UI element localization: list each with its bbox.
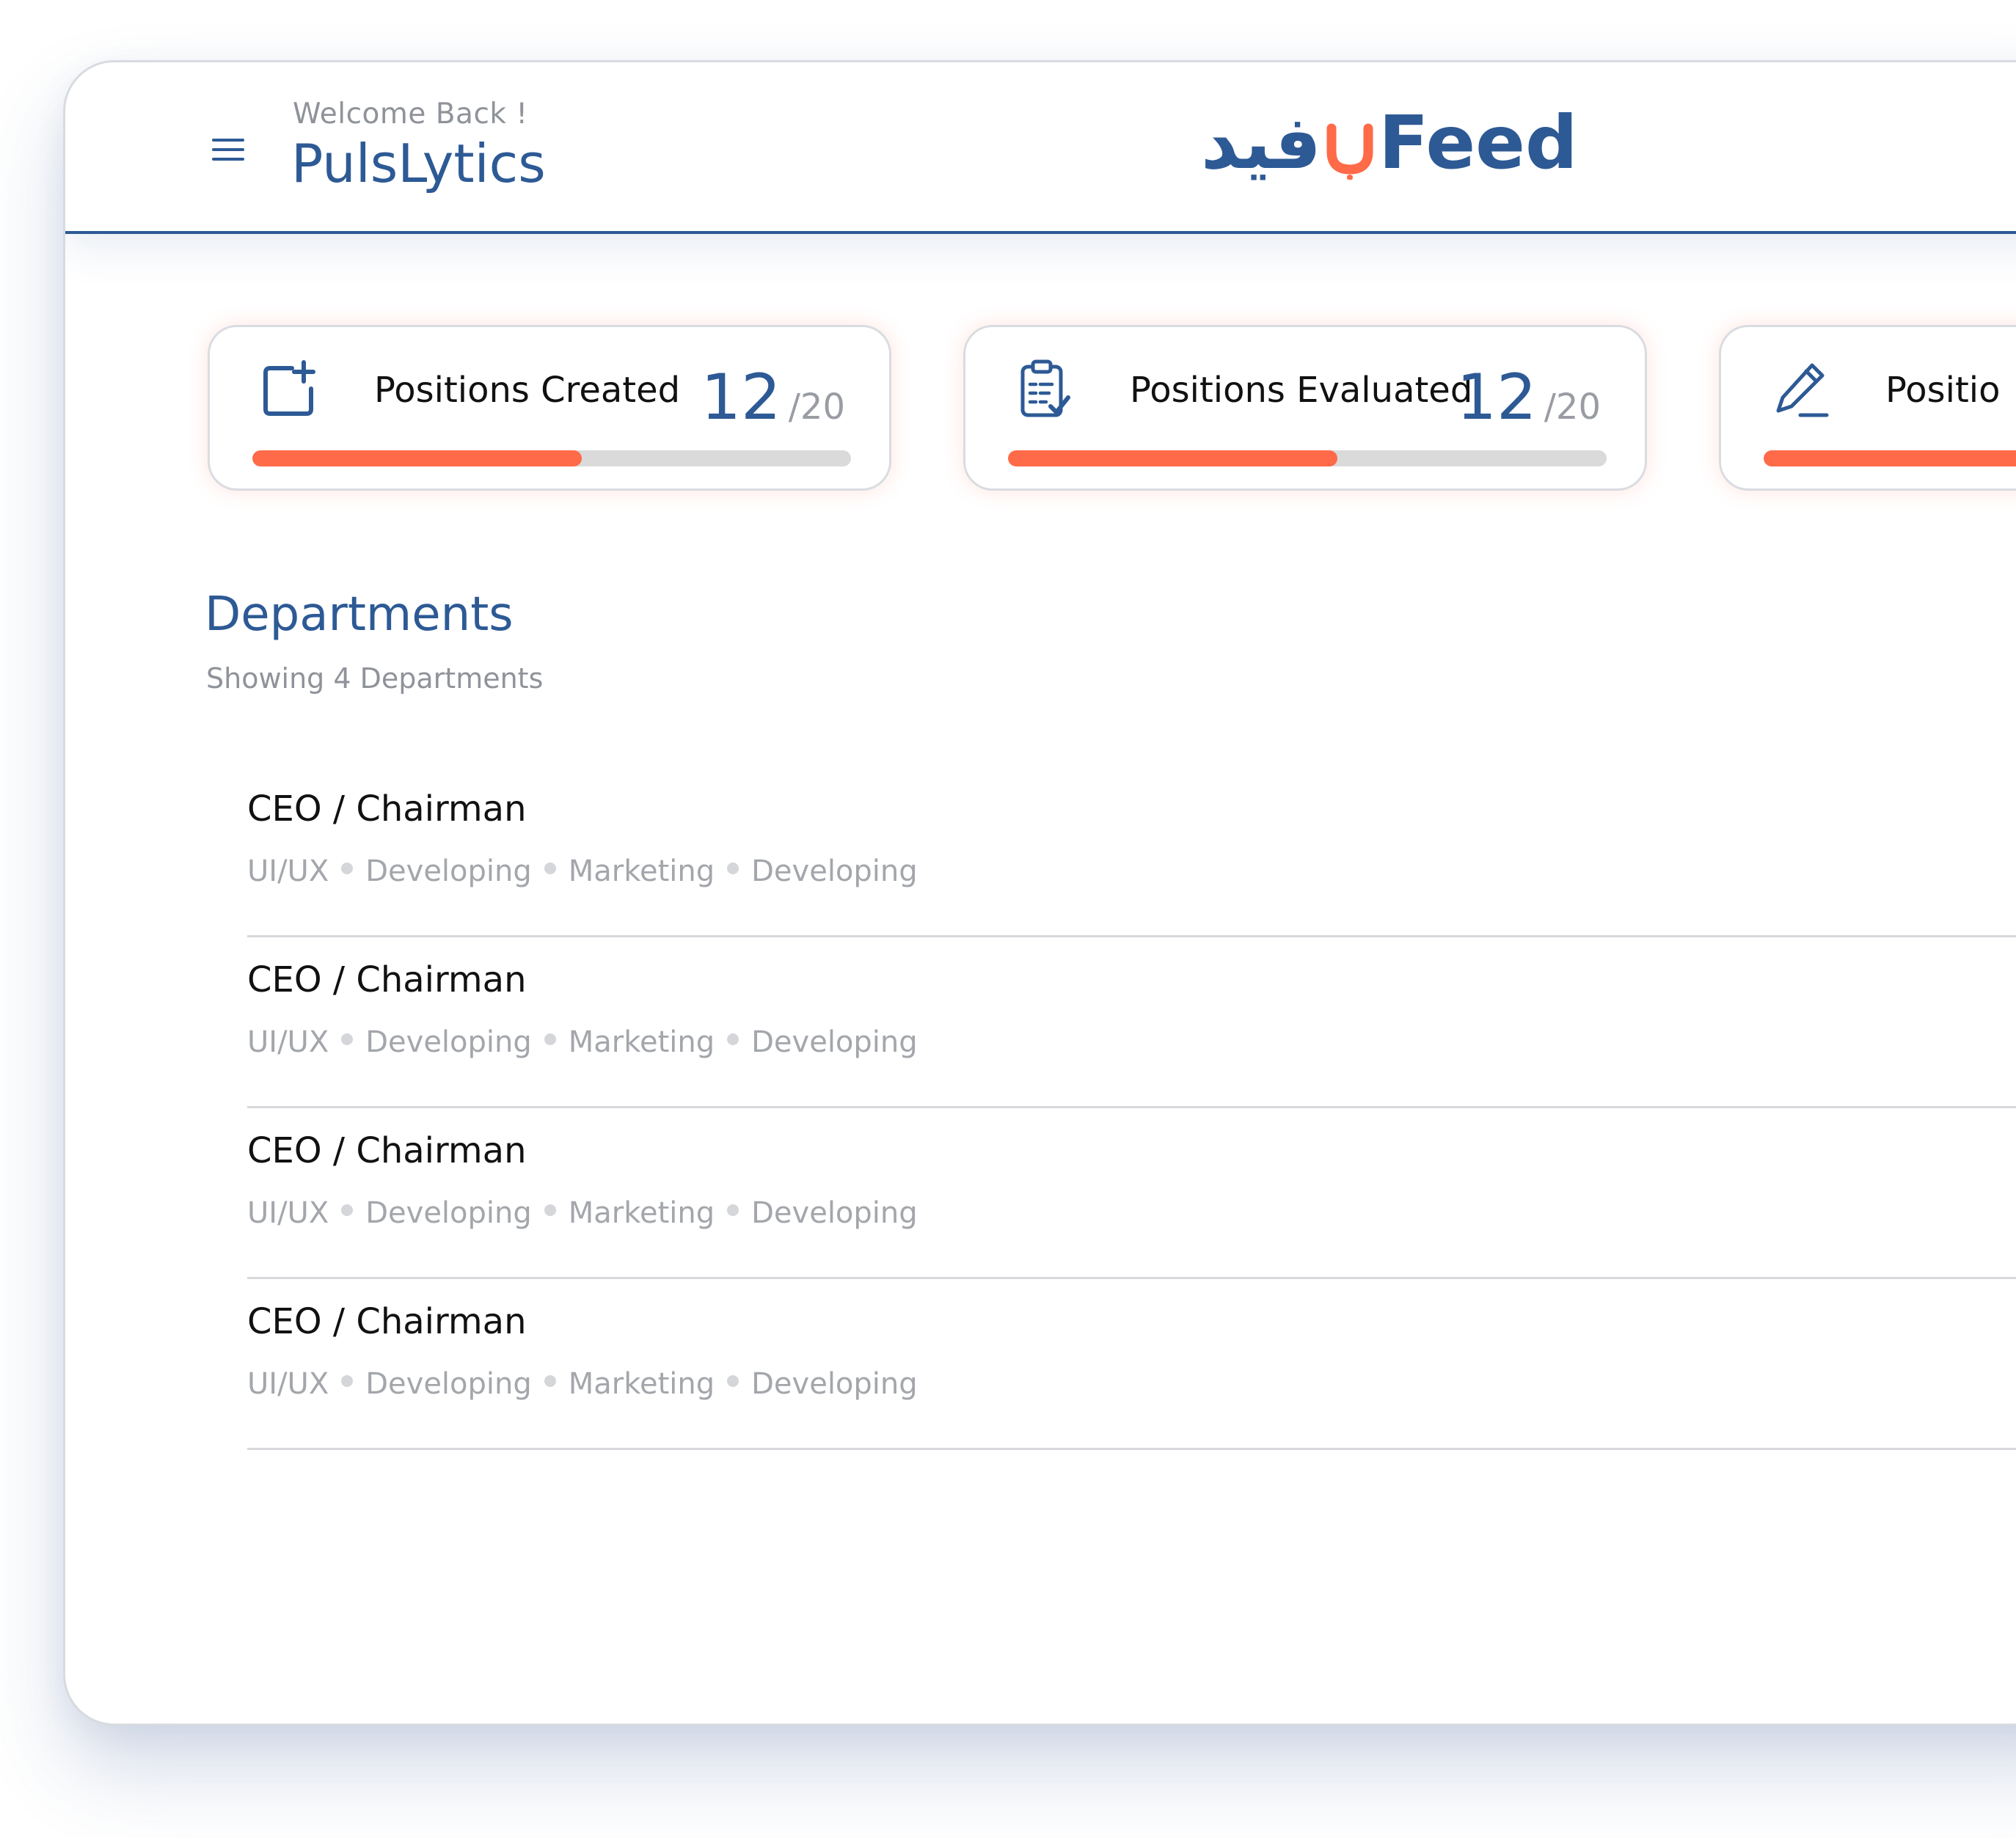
stat-count: 12 /20	[1456, 361, 1601, 434]
separator-dot	[341, 1033, 354, 1045]
stat-card-positions-created[interactable]: Positions Created 12 /20	[208, 325, 891, 491]
stat-card-positions[interactable]: Positio	[1719, 325, 2016, 491]
separator-dot	[341, 1375, 354, 1387]
department-tag: Developing	[751, 854, 918, 888]
feed-logo[interactable]: فيد Feed	[1201, 99, 1578, 187]
stat-value: 12	[1456, 361, 1537, 434]
department-tags: UI/UX Developing Marketing Developing	[247, 1196, 918, 1230]
stat-total: /20	[788, 387, 845, 428]
department-tag: Developing	[365, 854, 532, 888]
separator-dot	[727, 1375, 739, 1387]
separator-dot	[341, 863, 354, 874]
hamburger-menu-icon[interactable]	[209, 133, 255, 169]
departments-count-text: Showing 4 Departments	[206, 662, 544, 695]
handshake-logo-icon	[1326, 123, 1373, 180]
company-name: PulsLytics	[291, 133, 546, 194]
separator-dot	[727, 1204, 739, 1216]
department-tag: Developing	[751, 1025, 918, 1059]
stat-value: 12	[701, 361, 781, 434]
department-tag: UI/UX	[247, 854, 329, 888]
department-tag: UI/UX	[247, 1196, 329, 1230]
department-tags: UI/UX Developing Marketing Developing	[247, 1025, 918, 1059]
stat-label: Positio	[1885, 370, 2001, 411]
progress-fill	[1764, 450, 2016, 466]
stat-total: /20	[1544, 387, 1601, 428]
separator-dot	[341, 1204, 354, 1216]
department-name: CEO / Chairman	[247, 788, 527, 830]
department-tag: Marketing	[568, 1367, 715, 1401]
department-tag: Developing	[365, 1367, 532, 1401]
department-tag: Developing	[365, 1025, 532, 1059]
stat-label: Positions Evaluated	[1130, 370, 1473, 411]
separator-dot	[727, 1033, 739, 1045]
separator-dot	[544, 1033, 556, 1045]
app-window: Welcome Back ! PulsLytics فيد Feed Posit…	[63, 60, 2016, 1726]
department-name: CEO / Chairman	[247, 959, 527, 1000]
separator-dot	[544, 1375, 556, 1387]
progress-bar	[1764, 450, 2016, 466]
top-header: Welcome Back ! PulsLytics فيد Feed	[65, 62, 2016, 234]
welcome-text: Welcome Back !	[293, 98, 528, 131]
department-tag: Marketing	[568, 1025, 715, 1059]
department-tag: Developing	[751, 1196, 918, 1230]
progress-bar	[252, 450, 851, 466]
department-row[interactable]: CEO / Chairman UI/UX Developing Marketin…	[247, 937, 2016, 1108]
separator-dot	[544, 1204, 556, 1216]
logo-english-text: Feed	[1378, 100, 1578, 186]
department-row[interactable]: CEO / Chairman UI/UX Developing Marketin…	[247, 1279, 2016, 1450]
add-position-icon	[263, 360, 315, 416]
department-tags: UI/UX Developing Marketing Developing	[247, 854, 918, 888]
logo-arabic-text: فيد	[1201, 100, 1322, 186]
department-tag: Developing	[365, 1196, 532, 1230]
department-name: CEO / Chairman	[247, 1130, 527, 1171]
department-name: CEO / Chairman	[247, 1301, 527, 1342]
department-tag: Developing	[751, 1367, 918, 1401]
page: Welcome Back ! PulsLytics فيد Feed Posit…	[0, 0, 2016, 1838]
department-tag: UI/UX	[247, 1025, 329, 1059]
separator-dot	[544, 863, 556, 874]
department-tag: UI/UX	[247, 1367, 329, 1401]
departments-list: CEO / Chairman UI/UX Developing Marketin…	[247, 766, 2016, 1450]
department-row[interactable]: CEO / Chairman UI/UX Developing Marketin…	[247, 766, 2016, 937]
progress-fill	[252, 450, 582, 466]
department-row[interactable]: CEO / Chairman UI/UX Developing Marketin…	[247, 1108, 2016, 1279]
department-tags: UI/UX Developing Marketing Developing	[247, 1367, 918, 1401]
clipboard-check-icon	[1020, 359, 1070, 417]
stat-count: 12 /20	[701, 361, 845, 434]
stat-label: Positions Created	[374, 370, 681, 411]
department-tag: Marketing	[568, 1196, 715, 1230]
stat-card-positions-evaluated[interactable]: Positions Evaluated 12 /20	[963, 325, 1647, 491]
progress-bar	[1008, 450, 1607, 466]
progress-fill	[1008, 450, 1337, 466]
separator-dot	[727, 863, 739, 874]
pencil-icon	[1776, 363, 1829, 417]
departments-heading: Departments	[205, 587, 514, 642]
department-tag: Marketing	[568, 854, 715, 888]
